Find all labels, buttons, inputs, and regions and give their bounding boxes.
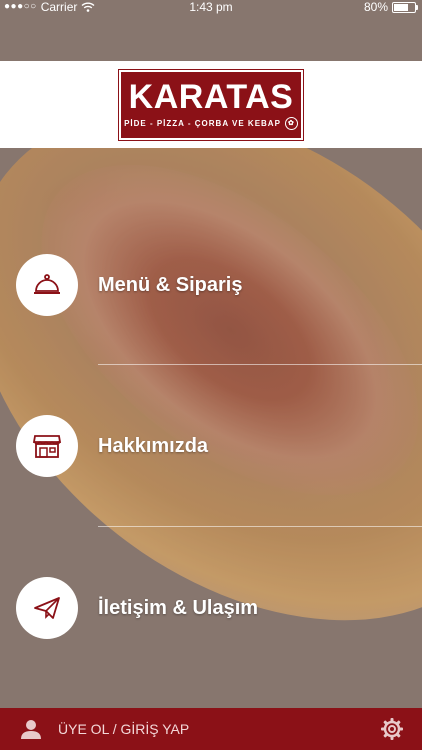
status-right: 80% xyxy=(363,0,418,14)
bottom-bar: ÜYE OL / GİRİŞ YAP xyxy=(0,708,422,750)
battery-percent: 80% xyxy=(363,0,388,14)
menu-divider xyxy=(98,364,422,365)
menu-item-label: İletişim & Ulaşım xyxy=(98,596,259,619)
cloche-icon xyxy=(34,274,60,294)
logo-tagline: PİDE - PİZZA - ÇORBA VE KEBAP xyxy=(124,119,281,128)
menu-icon-circle xyxy=(16,415,78,477)
menu-icon-circle xyxy=(16,577,78,639)
karatas-logo: KARATAS PİDE - PİZZA - ÇORBA VE KEBAP ✿ xyxy=(119,69,303,140)
menu-item-contact[interactable]: İletişim & Ulaşım xyxy=(0,576,422,640)
battery-fill xyxy=(394,3,409,11)
menu-item-label: Hakkımızda xyxy=(98,434,209,457)
menu-divider xyxy=(98,526,422,527)
menu-icon-circle xyxy=(16,254,78,316)
status-bar: ●●●○○ Carrier 1:43 pm 80% xyxy=(0,0,422,14)
user-icon[interactable] xyxy=(20,718,42,740)
menu-item-order[interactable]: Menü & Sipariş xyxy=(0,253,422,317)
logo-mark-icon: ✿ xyxy=(284,117,298,130)
logo-brand: KARATAS xyxy=(128,78,294,116)
menu-item-about[interactable]: Hakkımızda xyxy=(0,414,422,478)
header: KARATAS PİDE - PİZZA - ÇORBA VE KEBAP ✿ xyxy=(0,61,422,148)
login-register-link[interactable]: ÜYE OL / GİRİŞ YAP xyxy=(58,708,189,750)
menu-item-label: Menü & Sipariş xyxy=(98,273,243,296)
gear-icon[interactable] xyxy=(380,717,404,741)
storefront-icon xyxy=(32,435,62,458)
status-time: 1:43 pm xyxy=(189,0,233,14)
logo-tagline-row: PİDE - PİZZA - ÇORBA VE KEBAP ✿ xyxy=(124,117,298,130)
battery-icon xyxy=(392,1,418,13)
paper-plane-icon xyxy=(34,597,60,619)
